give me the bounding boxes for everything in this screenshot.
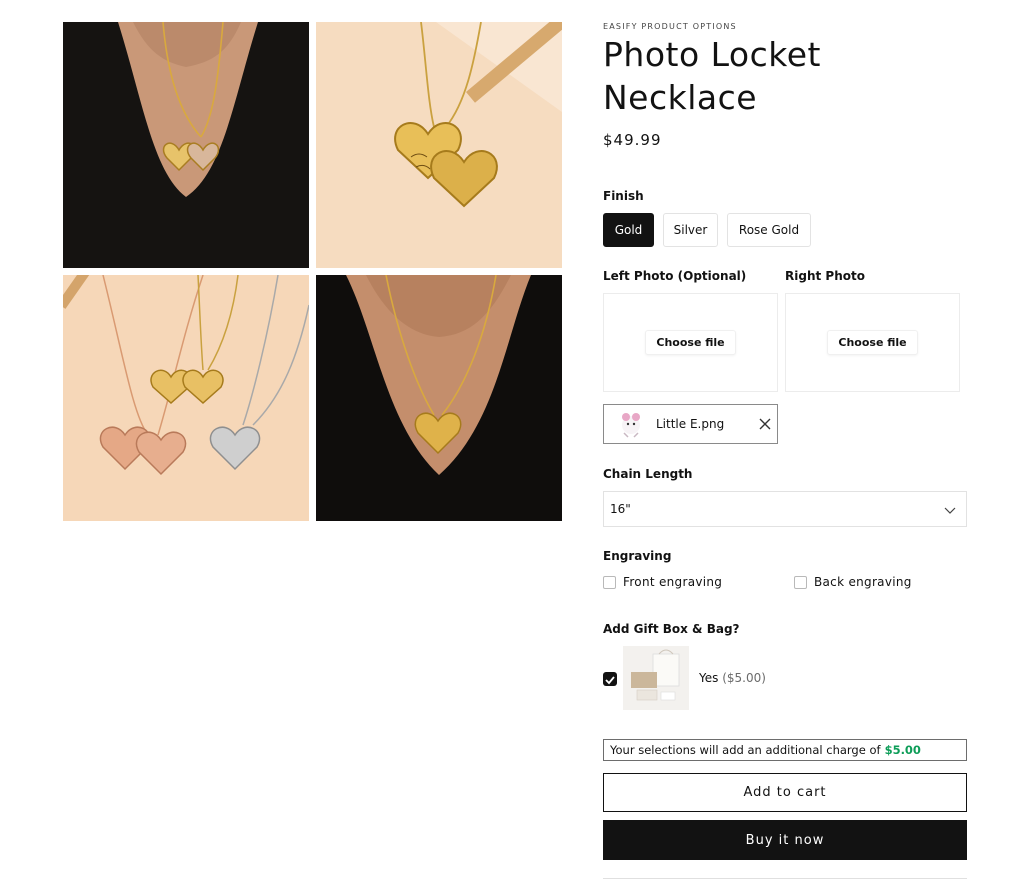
gift-box-option: Yes ($5.00): [699, 671, 766, 685]
additional-charge-text: Your selections will add an additional c…: [610, 743, 881, 757]
right-photo-label: Right Photo: [785, 269, 865, 283]
divider: [603, 878, 967, 879]
vendor-label: EASIFY PRODUCT OPTIONS: [603, 22, 737, 31]
uploaded-file-name: Little E.png: [656, 417, 725, 431]
product-image-finish-options[interactable]: [63, 275, 309, 521]
checkmark-icon: [605, 676, 615, 685]
gift-box-option-label: Yes: [699, 671, 719, 685]
finish-option-rose-gold[interactable]: Rose Gold: [727, 213, 811, 247]
additional-charge-notice: Your selections will add an additional c…: [603, 739, 967, 761]
buy-it-now-button[interactable]: Buy it now: [603, 820, 967, 860]
model-open-locket-image: [63, 22, 309, 268]
product-image-model-closed-locket[interactable]: [316, 275, 562, 521]
chain-length-label: Chain Length: [603, 467, 693, 481]
open-locket-engraving-image: [316, 22, 562, 268]
front-engraving-option[interactable]: Front engraving: [603, 575, 722, 589]
left-photo-dropzone[interactable]: Choose file: [603, 293, 778, 392]
product-image-open-locket-engraving[interactable]: [316, 22, 562, 268]
gift-box-option-price: ($5.00): [722, 671, 766, 685]
additional-charge-amount: $5.00: [884, 743, 921, 757]
product-price: $49.99: [603, 131, 662, 149]
right-photo-dropzone[interactable]: Choose file: [785, 293, 960, 392]
back-engraving-checkbox[interactable]: [794, 575, 807, 589]
model-closed-locket-image: [316, 275, 562, 521]
product-image-model-open-locket[interactable]: [63, 22, 309, 268]
right-photo-choose-file-button[interactable]: Choose file: [827, 330, 918, 355]
chevron-down-icon: [944, 507, 956, 514]
left-photo-label: Left Photo (Optional): [603, 269, 747, 283]
uploaded-file-chip: Little E.png: [603, 404, 778, 444]
front-engraving-checkbox[interactable]: [603, 575, 616, 589]
product-title: Photo Locket Necklace: [603, 35, 821, 117]
chain-length-select[interactable]: 16": [603, 491, 967, 527]
add-to-cart-button[interactable]: Add to cart: [603, 773, 967, 812]
left-photo-choose-file-button[interactable]: Choose file: [645, 330, 736, 355]
close-icon[interactable]: [758, 417, 772, 431]
gift-box-checkbox[interactable]: [603, 672, 617, 686]
gift-box-label: Add Gift Box & Bag?: [603, 622, 740, 636]
finish-option-gold[interactable]: Gold: [603, 213, 654, 247]
back-engraving-label: Back engraving: [814, 575, 912, 589]
finish-option-silver[interactable]: Silver: [663, 213, 718, 247]
front-engraving-label: Front engraving: [623, 575, 723, 589]
product-gallery: [63, 22, 562, 521]
chain-length-value: 16": [610, 502, 631, 516]
gift-box-image: [623, 646, 689, 710]
finish-label: Finish: [603, 189, 644, 203]
back-engraving-option[interactable]: Back engraving: [794, 575, 912, 589]
uploaded-file-thumbnail: [622, 413, 640, 438]
gift-box-bag-image: [623, 646, 689, 710]
finish-options-image: [63, 275, 309, 521]
engraving-label: Engraving: [603, 549, 672, 563]
